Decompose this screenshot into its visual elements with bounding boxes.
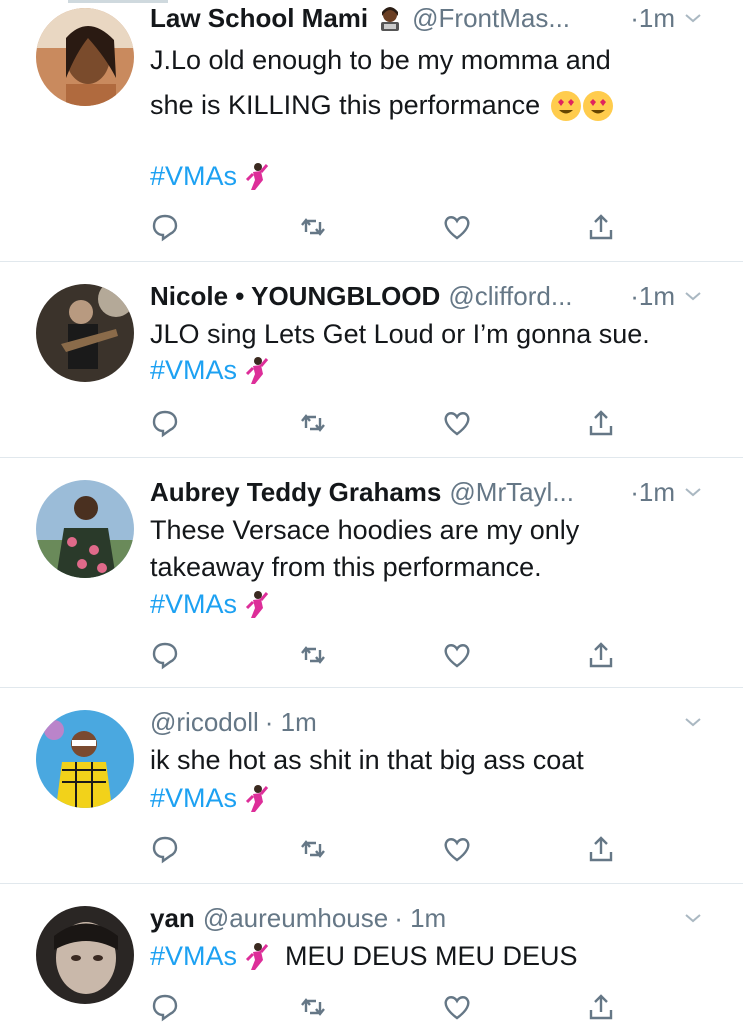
share-icon[interactable] (586, 212, 620, 246)
tweet-text-line: J.Lo old enough to be my momma and (150, 45, 611, 75)
hashtag-link[interactable]: #VMAs (150, 158, 237, 195)
user-handle[interactable]: @ricodoll (150, 707, 259, 738)
tweet-text-line: JLO sing Lets Get Loud or I’m gonna sue. (150, 319, 650, 349)
tweet-text-line: These Versace hoodies are my only (150, 515, 580, 545)
display-name[interactable]: Nicole • YOUNGBLOOD (150, 281, 440, 312)
heart-icon[interactable] (442, 834, 476, 868)
tweet[interactable]: Law School Mami @FrontMas... ·1m J.Lo ol… (0, 0, 743, 262)
user-handle[interactable]: @aureumhouse (203, 903, 388, 934)
tweet[interactable]: yan @aureumhouse · 1m #VMAs MEU DEUS MEU… (0, 884, 743, 1024)
reply-icon[interactable] (150, 408, 184, 442)
heart-icon[interactable] (442, 212, 476, 246)
retweet-icon[interactable] (298, 212, 332, 246)
heart-icon[interactable] (442, 992, 476, 1024)
dancer-emoji (241, 356, 269, 386)
tweet-text-line: ik she hot as shit in that big ass coat (150, 745, 584, 775)
chevron-down-icon[interactable] (681, 710, 705, 734)
user-handle[interactable]: @clifford... (448, 281, 572, 312)
chevron-down-icon[interactable] (681, 6, 705, 30)
timestamp[interactable]: · 1m (394, 903, 446, 934)
retweet-icon[interactable] (298, 834, 332, 868)
avatar[interactable] (36, 284, 134, 382)
tweet[interactable]: Nicole • YOUNGBLOOD @clifford... ·1m JLO… (0, 262, 743, 458)
hashtag-link[interactable]: #VMAs (150, 352, 237, 389)
share-icon[interactable] (586, 640, 620, 674)
avatar[interactable] (36, 906, 134, 1004)
hashtag-link[interactable]: #VMAs (150, 938, 237, 975)
tweet-text-line: she is KILLING this performance (150, 90, 541, 120)
share-icon[interactable] (586, 992, 620, 1024)
hashtag-link[interactable]: #VMAs (150, 586, 237, 623)
share-icon[interactable] (586, 834, 620, 868)
heart-icon[interactable] (442, 640, 476, 674)
tweet-text-line: takeaway from this performance. (150, 552, 542, 582)
tweet-text-line: MEU DEUS MEU DEUS (285, 941, 578, 971)
retweet-icon[interactable] (298, 408, 332, 442)
display-name[interactable]: Aubrey Teddy Grahams (150, 477, 441, 508)
timestamp[interactable]: · 1m (265, 707, 317, 738)
avatar[interactable] (36, 8, 134, 106)
timestamp[interactable]: ·1m (630, 3, 675, 34)
reply-icon[interactable] (150, 212, 184, 246)
display-name[interactable]: Law School Mami (150, 3, 368, 34)
chevron-down-icon[interactable] (681, 480, 705, 504)
avatar[interactable] (36, 480, 134, 578)
avatar[interactable] (36, 710, 134, 808)
user-handle[interactable]: @MrTayl... (449, 477, 574, 508)
user-handle[interactable]: @FrontMas... (412, 3, 570, 34)
tweet-actions (150, 640, 620, 674)
dancer-emoji (241, 942, 269, 972)
dancer-emoji (241, 162, 269, 192)
retweet-icon[interactable] (298, 992, 332, 1024)
timestamp[interactable]: ·1m (630, 477, 675, 508)
timestamp[interactable]: ·1m (630, 281, 675, 312)
tweet[interactable]: @ricodoll · 1m ik she hot as shit in tha… (0, 688, 743, 884)
dancer-emoji (241, 784, 269, 814)
display-name[interactable]: yan (150, 903, 195, 934)
reply-icon[interactable] (150, 640, 184, 674)
chevron-down-icon[interactable] (681, 284, 705, 308)
tweet-actions (150, 992, 620, 1024)
reply-icon[interactable] (150, 992, 184, 1024)
tweet-actions (150, 212, 620, 246)
tweet-actions (150, 408, 620, 442)
reply-icon[interactable] (150, 834, 184, 868)
share-icon[interactable] (586, 408, 620, 442)
woman-technologist-icon (376, 4, 404, 32)
retweet-icon[interactable] (298, 640, 332, 674)
heart-eyes-emoji (550, 90, 614, 122)
tweet[interactable]: Aubrey Teddy Grahams @MrTayl... ·1m Thes… (0, 458, 743, 688)
chevron-down-icon[interactable] (681, 906, 705, 930)
hashtag-link[interactable]: #VMAs (150, 780, 237, 817)
tweet-actions (150, 834, 620, 868)
dancer-emoji (241, 590, 269, 620)
heart-icon[interactable] (442, 408, 476, 442)
